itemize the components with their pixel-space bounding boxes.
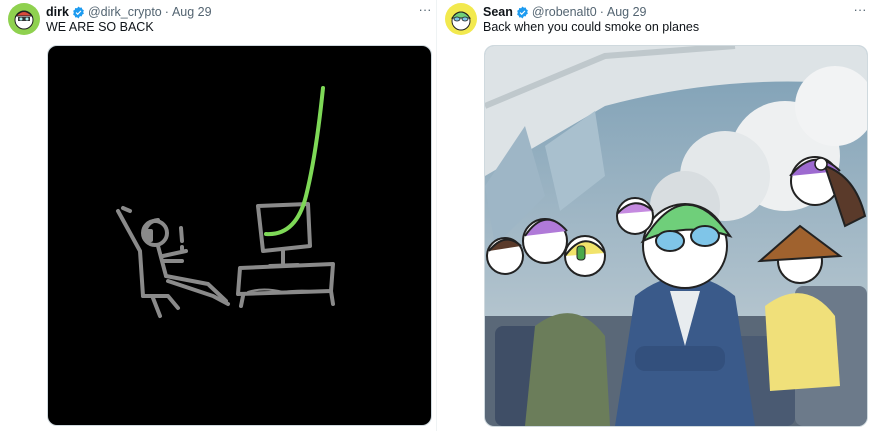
display-name[interactable]: dirk (46, 5, 69, 19)
tweet-dirk[interactable]: dirk @dirk_crypto · Aug 29 ··· WE ARE SO… (0, 0, 436, 431)
tweet-text: Back when you could smoke on planes (483, 20, 700, 34)
tweet-sean[interactable]: Sean @robenalt0 · Aug 29 ··· Back when y… (437, 0, 872, 431)
airplane-cabin-illustration (485, 46, 867, 426)
tweet-media-photo[interactable] (484, 45, 868, 427)
tweet-date[interactable]: Aug 29 (607, 5, 647, 19)
avatar[interactable] (8, 3, 40, 35)
tweet-header: dirk @dirk_crypto · Aug 29 (46, 4, 212, 20)
more-options-icon[interactable]: ··· (851, 2, 869, 18)
tweet-header: Sean @robenalt0 · Aug 29 (483, 4, 647, 20)
user-handle[interactable]: @robenalt0 (532, 5, 597, 19)
avatar[interactable] (445, 3, 477, 35)
display-name[interactable]: Sean (483, 5, 513, 19)
verified-badge-icon (517, 6, 528, 18)
more-options-icon[interactable]: ··· (416, 2, 434, 18)
user-handle[interactable]: @dirk_crypto (88, 5, 162, 19)
tweet-media-drawing[interactable] (47, 45, 432, 426)
tweet-text: WE ARE SO BACK (46, 20, 154, 34)
tweet-date[interactable]: Aug 29 (172, 5, 212, 19)
separator-dot: · (164, 5, 169, 19)
verified-badge-icon (73, 6, 84, 18)
stick-figure-drawing (116, 86, 335, 318)
separator-dot: · (599, 5, 604, 19)
